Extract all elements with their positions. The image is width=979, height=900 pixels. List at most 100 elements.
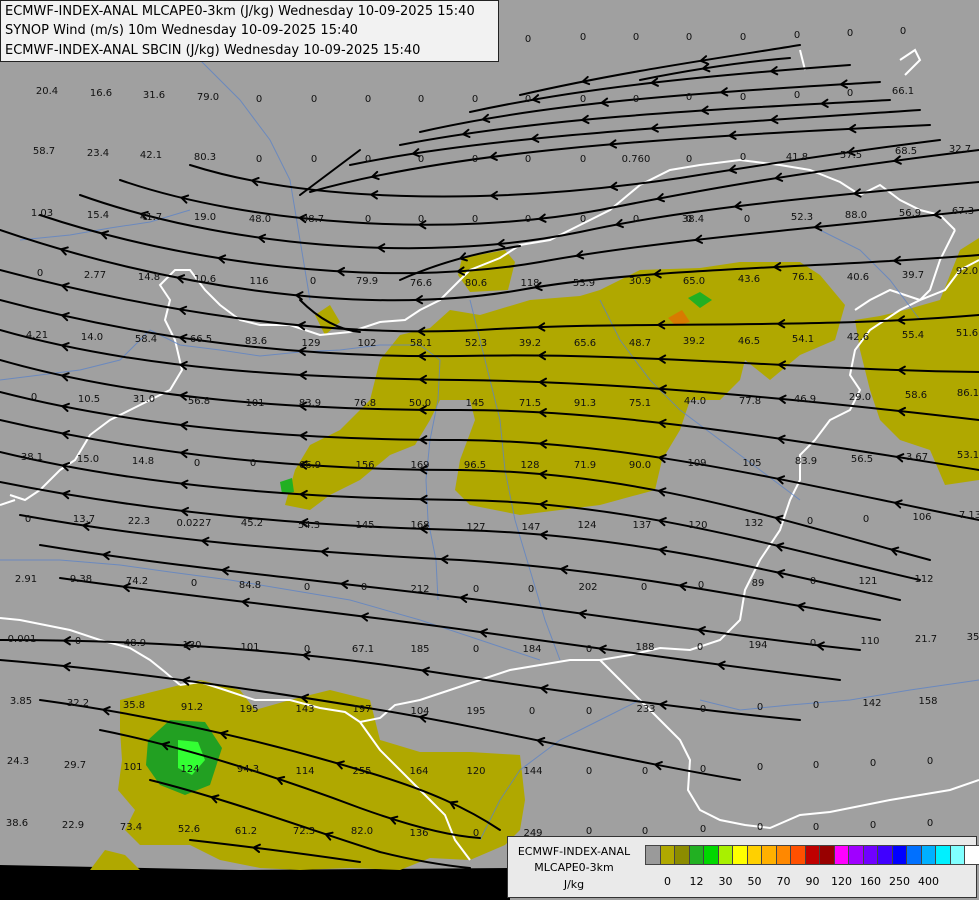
legend-swatch xyxy=(964,845,979,865)
map-value-label: 0 xyxy=(37,268,43,279)
map-value-label: 21.7 xyxy=(915,634,937,645)
map-value-label: 35.8 xyxy=(123,700,145,711)
map-value-label: 124 xyxy=(180,764,199,775)
map-value-label: 112 xyxy=(914,574,933,585)
map-value-label: 0 xyxy=(525,214,531,225)
map-value-label: 0 xyxy=(757,822,763,833)
map-value-label: 32.7 xyxy=(949,144,971,155)
legend-tick-label: 90 xyxy=(805,875,820,888)
map-value-label: 0 xyxy=(311,154,317,165)
map-value-label: 0 xyxy=(900,26,906,37)
map-value-label: 54.1 xyxy=(792,334,814,345)
map-value-label: 0 xyxy=(813,760,819,771)
map-value-label: 41.8 xyxy=(786,152,808,163)
map-value-label: 202 xyxy=(578,582,597,593)
map-value-label: 2.77 xyxy=(84,270,106,281)
map-value-label: 75.1 xyxy=(629,398,651,409)
map-value-label: 40.6 xyxy=(847,272,869,283)
map-value-label: 30.9 xyxy=(629,276,651,287)
map-value-label: 48.7 xyxy=(629,338,651,349)
map-value-label: 0 xyxy=(418,94,424,105)
map-header: ECMWF-INDEX-ANAL MLCAPE0-3km (J/kg) Wedn… xyxy=(0,0,499,62)
map-value-label: 53.1 xyxy=(957,450,979,461)
map-value-label: 14.0 xyxy=(81,332,103,343)
map-value-label: 0 xyxy=(740,92,746,103)
map-value-label: 76.8 xyxy=(354,398,376,409)
map-value-label: 66.5 xyxy=(190,334,212,345)
map-value-label: 0 xyxy=(311,94,317,105)
map-value-label: 29.0 xyxy=(849,392,871,403)
legend-tick-label: 70 xyxy=(776,875,791,888)
map-value-label: 124 xyxy=(577,520,596,531)
map-value-label: 0 xyxy=(529,706,535,717)
map-value-label: 136 xyxy=(409,828,428,839)
map-value-label: 120 xyxy=(466,766,485,777)
map-value-label: 50.0 xyxy=(409,398,431,409)
map-value-label: 118 xyxy=(520,278,539,289)
map-value-label: 24.3 xyxy=(7,756,29,767)
map-value-label: 168 xyxy=(410,520,429,531)
map-value-label: 0 xyxy=(586,644,592,655)
map-value-label: 106 xyxy=(912,512,931,523)
map-value-label: 0.0227 xyxy=(177,518,212,529)
map-value-label: 0 xyxy=(633,32,639,43)
black-margin xyxy=(0,865,510,900)
map-value-label: 0 xyxy=(25,514,31,525)
legend-tick-label: 50 xyxy=(747,875,762,888)
map-value-label: 65.0 xyxy=(683,276,705,287)
map-value-label: 19.0 xyxy=(194,212,216,223)
map-value-label: 0 xyxy=(418,214,424,225)
map-value-label: 0 xyxy=(586,706,592,717)
map-value-label: 79.9 xyxy=(356,276,378,287)
map-value-label: 56.8 xyxy=(188,396,210,407)
map-value-label: 58.4 xyxy=(135,334,157,345)
map-value-label: 84.8 xyxy=(239,580,261,591)
map-value-label: 3.85 xyxy=(10,696,32,707)
map-value-label: 1.03 xyxy=(31,208,53,219)
map-value-label: 120 xyxy=(688,520,707,531)
map-value-label: 0 xyxy=(633,94,639,105)
map-value-label: 0 xyxy=(525,154,531,165)
map-value-label: 0 xyxy=(870,820,876,831)
map-value-label: 0 xyxy=(870,758,876,769)
map-value-label: 80.6 xyxy=(465,278,487,289)
map-value-label: 39.2 xyxy=(683,336,705,347)
map-value-label: 101 xyxy=(240,642,259,653)
map-value-label: 158 xyxy=(918,696,937,707)
map-value-label: 130 xyxy=(182,640,201,651)
map-value-label: 0 xyxy=(256,154,262,165)
map-value-label: 128 xyxy=(520,460,539,471)
map-value-label: 0 xyxy=(807,516,813,527)
map-value-label: 0 xyxy=(310,276,316,287)
map-value-label: 101 xyxy=(245,398,264,409)
map-value-label: 79.0 xyxy=(197,92,219,103)
map-value-label: 0 xyxy=(813,822,819,833)
map-value-label: 0 xyxy=(697,642,703,653)
map-value-label: 0 xyxy=(686,154,692,165)
map-value-label: 0 xyxy=(191,578,197,589)
map-value-label: 0 xyxy=(757,702,763,713)
map-value-label: 41.7 xyxy=(140,212,162,223)
header-line-cape: ECMWF-INDEX-ANAL MLCAPE0-3km (J/kg) Wedn… xyxy=(5,4,475,19)
map-value-label: 48.0 xyxy=(249,214,271,225)
map-value-label: 0 xyxy=(472,154,478,165)
map-value-label: 255 xyxy=(352,766,371,777)
map-value-label: 137 xyxy=(632,520,651,531)
map-value-label: 52.6 xyxy=(178,824,200,835)
map-value-label: 10.6 xyxy=(194,274,216,285)
map-value-label: 145 xyxy=(465,398,484,409)
map-value-label: 184 xyxy=(522,644,541,655)
map-value-label: 73.4 xyxy=(120,822,142,833)
map-value-label: 233 xyxy=(636,704,655,715)
legend-tick-label: 400 xyxy=(918,875,939,888)
map-value-label: 43.6 xyxy=(738,274,760,285)
map-value-label: 0 xyxy=(847,88,853,99)
map-value-label: 0 xyxy=(256,94,262,105)
legend-tick-label: 120 xyxy=(831,875,852,888)
map-value-label: 116 xyxy=(249,276,268,287)
map-value-label: 76.1 xyxy=(792,272,814,283)
map-value-label: 142 xyxy=(862,698,881,709)
map-value-label: 39.7 xyxy=(902,270,924,281)
map-value-label: 0 xyxy=(757,762,763,773)
map-value-label: 22.9 xyxy=(62,820,84,831)
